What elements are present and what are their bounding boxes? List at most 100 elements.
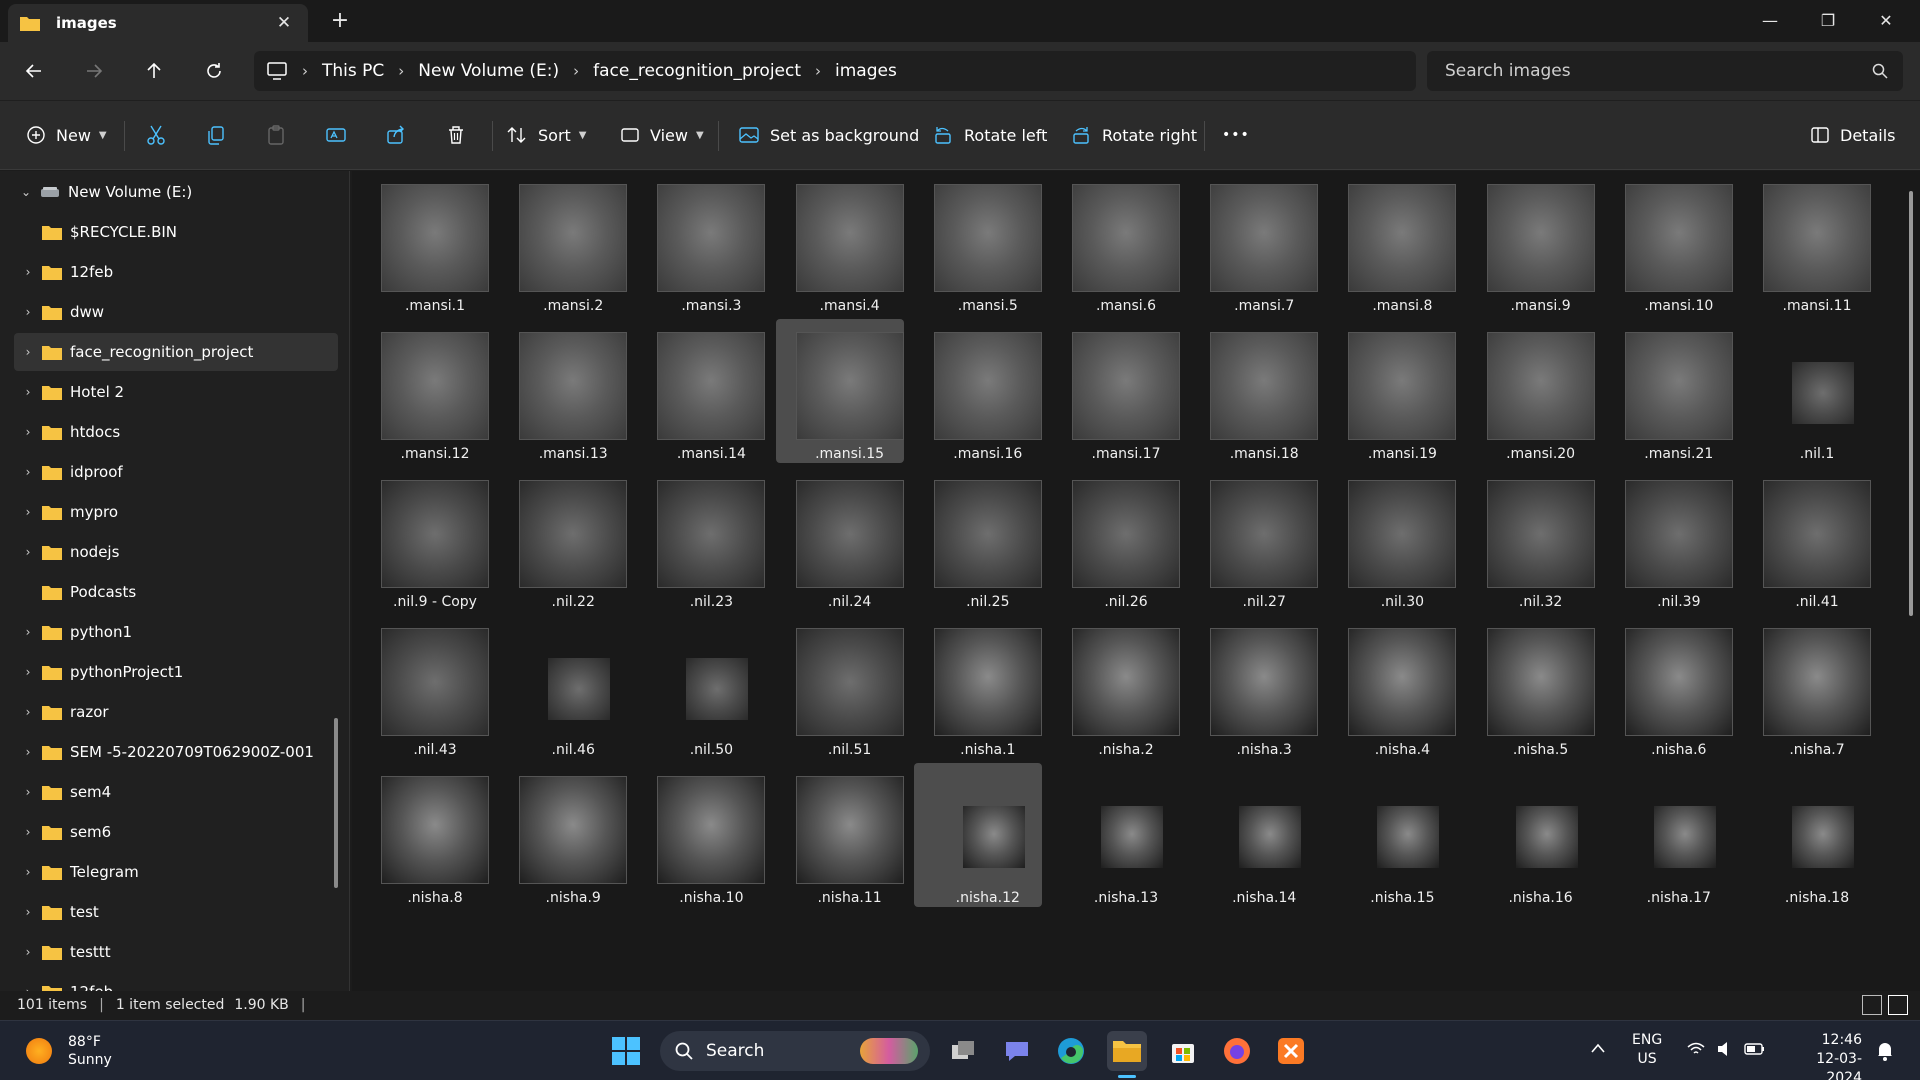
file-tile[interactable]: .nil.39 bbox=[1605, 467, 1733, 611]
file-tile[interactable]: .nil.43 bbox=[361, 615, 489, 759]
view-button[interactable]: View ▼ bbox=[620, 115, 704, 155]
rename-button[interactable] bbox=[316, 115, 356, 155]
grid-scrollbar[interactable] bbox=[1909, 191, 1913, 616]
clock[interactable]: 12:46 12-03-2024 bbox=[1782, 1031, 1862, 1080]
file-tile[interactable]: .nil.41 bbox=[1743, 467, 1871, 611]
breadcrumb-new-volume[interactable]: New Volume (E:) bbox=[418, 61, 559, 81]
taskbar-search[interactable]: Search bbox=[660, 1031, 930, 1071]
file-tile[interactable]: .nisha.2 bbox=[1052, 615, 1180, 759]
sidebar-item[interactable]: ›12feb bbox=[14, 973, 338, 991]
file-tile[interactable]: .nisha.11 bbox=[776, 763, 904, 907]
cut-button[interactable] bbox=[136, 115, 176, 155]
sidebar-item[interactable]: Podcasts bbox=[14, 573, 338, 611]
file-tile[interactable]: .nisha.14 bbox=[1190, 763, 1318, 907]
sort-button[interactable]: Sort ▼ bbox=[506, 115, 587, 155]
file-tile[interactable]: .nil.51 bbox=[776, 615, 904, 759]
chevron-right-icon[interactable]: › bbox=[14, 425, 42, 439]
file-tile[interactable]: .mansi.5 bbox=[914, 171, 1042, 315]
file-tile[interactable]: .mansi.19 bbox=[1328, 319, 1457, 463]
file-tile[interactable]: .nil.46 bbox=[499, 615, 627, 759]
file-tile[interactable]: .nisha.16 bbox=[1467, 763, 1595, 907]
file-tile[interactable]: .mansi.12 bbox=[361, 319, 489, 463]
new-button[interactable]: New ▼ bbox=[26, 115, 107, 155]
sidebar-item[interactable]: › Telegram bbox=[14, 853, 338, 891]
sidebar-item[interactable]: › Hotel 2 bbox=[14, 373, 338, 411]
restore-button[interactable]: ❐ bbox=[1800, 2, 1856, 38]
chevron-down-icon[interactable]: ⌄ bbox=[12, 185, 40, 199]
language-indicator[interactable]: ENG US bbox=[1632, 1031, 1662, 1069]
tab-images[interactable]: images ✕ bbox=[8, 4, 308, 42]
file-tile[interactable]: .nisha.6 bbox=[1605, 615, 1733, 759]
breadcrumb-images[interactable]: images bbox=[835, 61, 897, 81]
chevron-right-icon[interactable]: › bbox=[14, 865, 42, 879]
sidebar-item[interactable]: › pythonProject1 bbox=[14, 653, 338, 691]
file-tile[interactable]: .mansi.16 bbox=[914, 319, 1042, 463]
file-tile[interactable]: .nil.32 bbox=[1467, 467, 1595, 611]
sidebar-item[interactable]: › SEM -5-20220709T062900Z-001 bbox=[14, 733, 338, 771]
details-view-button[interactable] bbox=[1862, 995, 1882, 1015]
file-tile[interactable]: .mansi.17 bbox=[1052, 319, 1180, 463]
file-tile[interactable]: .nisha.17 bbox=[1605, 763, 1733, 907]
file-explorer-button[interactable] bbox=[1107, 1031, 1147, 1071]
chevron-right-icon[interactable]: › bbox=[14, 465, 42, 479]
file-tile[interactable]: .mansi.7 bbox=[1190, 171, 1319, 315]
share-button[interactable] bbox=[376, 115, 416, 155]
sidebar-scrollbar[interactable] bbox=[334, 718, 338, 888]
minimize-button[interactable]: — bbox=[1742, 2, 1798, 38]
chevron-right-icon[interactable]: › bbox=[14, 785, 42, 799]
file-tile[interactable]: .nisha.13 bbox=[1052, 763, 1180, 907]
sidebar-item[interactable]: › mypro bbox=[14, 493, 338, 531]
back-button[interactable] bbox=[14, 52, 54, 90]
chevron-right-icon[interactable]: › bbox=[14, 345, 42, 359]
teams-chat-button[interactable] bbox=[997, 1031, 1037, 1071]
rotate-right-button[interactable]: Rotate right bbox=[1070, 115, 1197, 155]
chevron-right-icon[interactable]: › bbox=[14, 745, 42, 759]
file-tile[interactable]: .nisha.15 bbox=[1328, 763, 1456, 907]
up-button[interactable] bbox=[134, 52, 174, 90]
file-tile[interactable]: .nil.50 bbox=[637, 615, 765, 759]
sidebar-item[interactable]: › razor bbox=[14, 693, 338, 731]
file-tile[interactable]: .nisha.1 bbox=[914, 615, 1042, 759]
chevron-right-icon[interactable]: › bbox=[14, 625, 42, 639]
file-tile[interactable]: .mansi.1 bbox=[361, 171, 489, 315]
file-tile[interactable]: .nil.27 bbox=[1190, 467, 1319, 611]
file-tile[interactable]: .nil.30 bbox=[1328, 467, 1457, 611]
chevron-right-icon[interactable]: › bbox=[14, 665, 42, 679]
show-hidden-icons-button[interactable] bbox=[1590, 1041, 1606, 1060]
file-tile[interactable]: .nisha.3 bbox=[1190, 615, 1319, 759]
file-tile[interactable]: .nil.23 bbox=[637, 467, 766, 611]
file-tile[interactable]: .mansi.8 bbox=[1328, 171, 1457, 315]
search-input[interactable]: Search images bbox=[1427, 51, 1903, 91]
sidebar-item[interactable]: › idproof bbox=[14, 453, 338, 491]
close-window-button[interactable]: ✕ bbox=[1858, 2, 1914, 38]
chevron-right-icon[interactable]: › bbox=[14, 825, 42, 839]
file-tile[interactable]: .nil.9 - Copy bbox=[361, 467, 489, 611]
sidebar-item[interactable]: ›12feb bbox=[14, 253, 338, 291]
address-bar[interactable]: › This PC › New Volume (E:) › face_recog… bbox=[254, 51, 1416, 91]
rotate-left-button[interactable]: Rotate left bbox=[932, 115, 1047, 155]
file-tile[interactable]: .mansi.9 bbox=[1467, 171, 1595, 315]
xampp-button[interactable] bbox=[1271, 1031, 1311, 1071]
breadcrumb-project[interactable]: face_recognition_project bbox=[593, 61, 801, 81]
chevron-right-icon[interactable]: › bbox=[14, 305, 42, 319]
chevron-right-icon[interactable]: › bbox=[14, 385, 42, 399]
file-tile[interactable]: .nisha.7 bbox=[1743, 615, 1871, 759]
weather-widget[interactable]: 88°F Sunny bbox=[26, 1033, 112, 1069]
new-tab-button[interactable]: + bbox=[326, 8, 354, 33]
breadcrumb-this-pc[interactable]: This PC bbox=[322, 61, 384, 81]
notifications-button[interactable] bbox=[1876, 1041, 1894, 1067]
sidebar-item[interactable]: › dww bbox=[14, 293, 338, 331]
close-tab-icon[interactable]: ✕ bbox=[272, 13, 296, 33]
more-options-button[interactable]: ••• bbox=[1222, 115, 1250, 155]
file-tile[interactable]: .mansi.14 bbox=[637, 319, 766, 463]
copy-button[interactable] bbox=[196, 115, 236, 155]
chevron-right-icon[interactable]: › bbox=[14, 505, 42, 519]
edge-button[interactable] bbox=[1051, 1031, 1091, 1071]
firefox-button[interactable] bbox=[1217, 1031, 1257, 1071]
start-button[interactable] bbox=[606, 1031, 646, 1071]
sidebar-item[interactable]: › test bbox=[14, 893, 338, 931]
file-tile[interactable]: .mansi.10 bbox=[1605, 171, 1733, 315]
delete-button[interactable] bbox=[436, 115, 476, 155]
file-tile[interactable]: .mansi.21 bbox=[1605, 319, 1733, 463]
details-button[interactable]: Details bbox=[1810, 115, 1895, 155]
